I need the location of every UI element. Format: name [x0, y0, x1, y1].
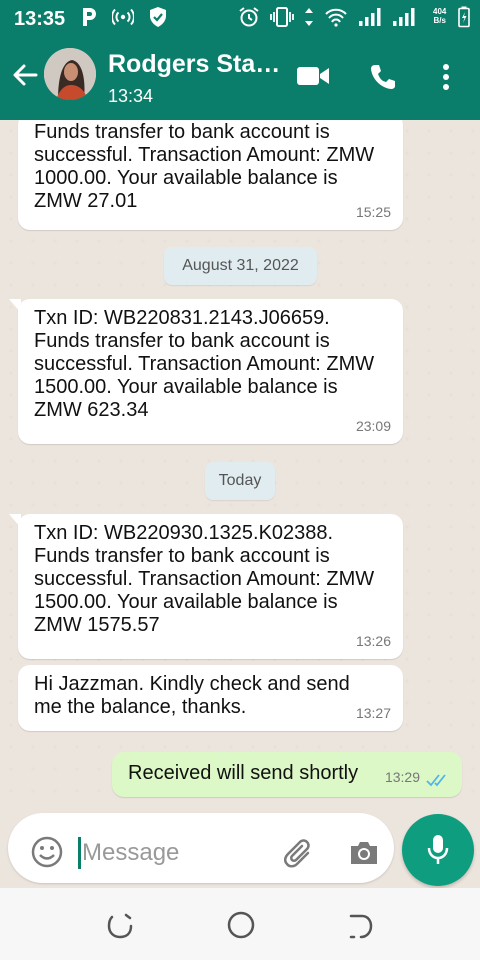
- app-bar: 13:35 404 B/s Rodgers Sta… 13:34: [0, 0, 480, 120]
- shield-icon: [150, 7, 166, 27]
- status-bar: 13:35 404 B/s: [0, 0, 480, 36]
- voice-record-button[interactable]: [402, 814, 474, 886]
- message-time: 15:25: [355, 204, 391, 220]
- date-label: Today: [218, 472, 262, 489]
- network-speed: 404 B/s: [433, 7, 446, 25]
- message-text: Txn ID: WB220930.1325.K02388. Funds tran…: [34, 522, 375, 636]
- text-caret: [78, 837, 81, 869]
- vibrate-icon: [270, 7, 294, 27]
- alarm-icon: [239, 7, 259, 27]
- parking-icon: [83, 8, 96, 26]
- avatar[interactable]: [44, 48, 96, 100]
- message-time: 13:27: [355, 705, 391, 721]
- message-bubble-incoming[interactable]: Txn ID: WB220831.2143.J06659. Funds tran…: [9, 299, 403, 444]
- last-seen: 13:34: [108, 86, 154, 106]
- network-speed-unit: B/s: [433, 16, 446, 25]
- hotspot-icon: [112, 8, 134, 26]
- recents-icon[interactable]: [106, 912, 134, 940]
- video-call-icon[interactable]: [296, 64, 330, 88]
- status-time: 13:35: [14, 8, 66, 30]
- message-bubble-outgoing[interactable]: Received will send shortly 13:29: [112, 752, 462, 797]
- nav-back-icon[interactable]: [346, 912, 374, 940]
- mic-icon: [427, 835, 449, 864]
- date-separator: August 31, 2022: [164, 247, 317, 285]
- system-navigation-bar: [0, 888, 480, 960]
- message-time: 13:29: [384, 769, 420, 785]
- phone-call-icon[interactable]: [368, 62, 398, 92]
- chat-header: Rodgers Sta… 13:34: [0, 42, 480, 114]
- message-text: Funds transfer to bank account is succes…: [34, 121, 375, 212]
- date-label: August 31, 2022: [182, 257, 299, 274]
- message-bubble-incoming[interactable]: Funds transfer to bank account is succes…: [18, 120, 403, 230]
- read-receipt-icon: [426, 774, 446, 787]
- message-bubble-incoming[interactable]: Hi Jazzman. Kindly check and send me the…: [18, 665, 403, 731]
- bubble-tail: [9, 514, 21, 528]
- message-input[interactable]: Message: [8, 813, 394, 883]
- message-text: Hi Jazzman. Kindly check and send me the…: [34, 673, 350, 718]
- home-icon[interactable]: [226, 910, 256, 940]
- network-speed-value: 404: [433, 7, 447, 16]
- message-time: 23:09: [355, 418, 391, 434]
- data-arrows-icon: [305, 8, 313, 26]
- attach-icon[interactable]: [282, 837, 316, 871]
- contact-name[interactable]: Rodgers Sta…: [108, 50, 280, 79]
- message-bubble-incoming[interactable]: Txn ID: WB220930.1325.K02388. Funds tran…: [9, 514, 403, 659]
- emoji-icon[interactable]: [30, 835, 64, 869]
- signal-icon: [359, 8, 381, 26]
- composer: Message: [0, 805, 480, 888]
- status-left-icons: [80, 6, 168, 28]
- battery-icon: [458, 6, 470, 28]
- chat-messages[interactable]: Funds transfer to bank account is succes…: [0, 120, 480, 805]
- more-options-icon[interactable]: [436, 62, 456, 92]
- message-placeholder[interactable]: Message: [82, 839, 179, 867]
- date-separator: Today: [205, 462, 275, 500]
- camera-icon[interactable]: [348, 839, 380, 867]
- message-time: 13:26: [355, 633, 391, 649]
- wifi-icon: [325, 8, 347, 27]
- signal-icon: [393, 8, 415, 26]
- bubble-tail: [9, 299, 21, 313]
- back-arrow-icon[interactable]: [10, 60, 40, 90]
- avatar-photo-icon: [44, 48, 96, 100]
- message-text: Txn ID: WB220831.2143.J06659. Funds tran…: [34, 307, 375, 421]
